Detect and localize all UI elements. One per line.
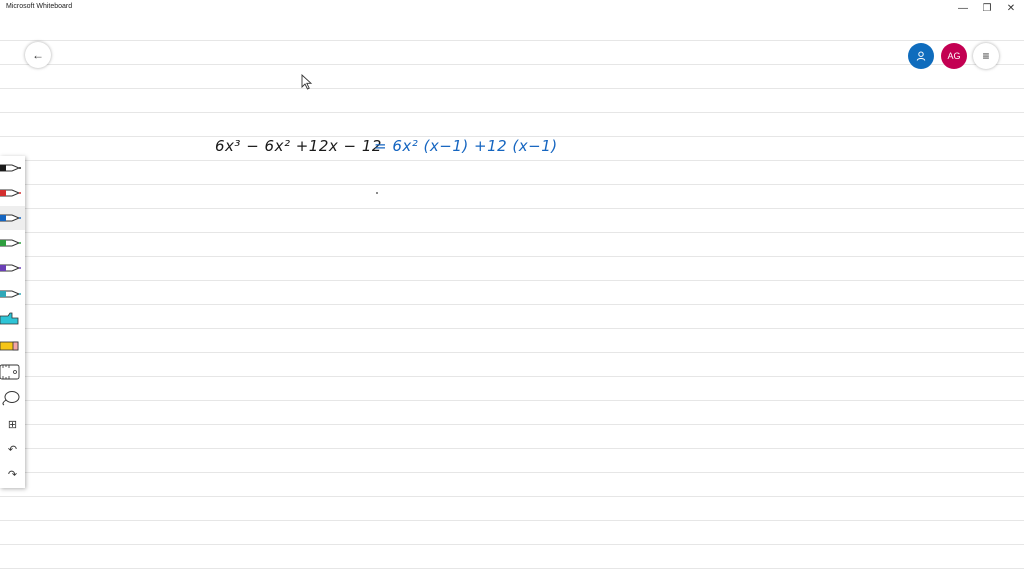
- pen-icon: [0, 239, 21, 247]
- pen-green-tool[interactable]: [0, 231, 25, 255]
- whiteboard-canvas[interactable]: [0, 17, 1024, 576]
- ruler-icon: [0, 364, 20, 380]
- user-avatar[interactable]: AG: [941, 43, 967, 69]
- eraser-tool[interactable]: [0, 334, 25, 358]
- add-button[interactable]: ⊞: [0, 412, 25, 436]
- pen-purple-tool[interactable]: [0, 256, 25, 280]
- back-arrow-icon: ←: [32, 48, 44, 62]
- undo-icon: ↶: [7, 443, 18, 456]
- window-title: Microsoft Whiteboard: [6, 3, 73, 10]
- restore-button[interactable]: ❐: [974, 0, 1000, 17]
- pen-icon: [0, 164, 21, 172]
- hamburger-icon: ≡: [982, 49, 990, 63]
- ruler-tool[interactable]: [0, 360, 25, 384]
- undo-button[interactable]: ↶: [0, 437, 25, 461]
- highlighter-tool[interactable]: [0, 308, 25, 332]
- person-icon: [916, 51, 926, 61]
- pen-icon: [0, 290, 21, 298]
- highlighter-icon: [0, 312, 19, 325]
- menu-button[interactable]: ≡: [973, 43, 999, 69]
- close-button[interactable]: ✕: [998, 0, 1024, 17]
- redo-button[interactable]: ↷: [0, 462, 25, 486]
- pen-blue-tool[interactable]: [0, 206, 25, 230]
- title-bar: Microsoft Whiteboard — ❐ ✕: [0, 0, 1024, 17]
- redo-icon: ↷: [7, 468, 18, 481]
- pen-icon: [0, 264, 21, 272]
- pen-icon: [0, 189, 21, 197]
- ink-expression-blue[interactable]: = 6x² (x−1) +12 (x−1): [374, 137, 558, 155]
- lasso-icon: [2, 391, 20, 406]
- ink-expression-black[interactable]: 6x³ − 6x² +12x − 12: [215, 137, 382, 155]
- pen-black-tool[interactable]: [0, 156, 25, 180]
- ink-dot: [376, 192, 378, 194]
- add-icon: ⊞: [7, 418, 18, 431]
- pen-teal-tool[interactable]: [0, 282, 25, 306]
- minimize-button[interactable]: —: [950, 0, 976, 17]
- pen-red-tool[interactable]: [0, 181, 25, 205]
- pen-icon: [0, 214, 21, 222]
- mouse-cursor-icon: [301, 74, 313, 90]
- lasso-tool[interactable]: [0, 386, 25, 410]
- ink-toolbar: ⊞ ↶ ↷: [0, 156, 25, 488]
- share-button[interactable]: [908, 43, 934, 69]
- back-button[interactable]: ←: [25, 42, 51, 68]
- eraser-icon: [0, 341, 19, 351]
